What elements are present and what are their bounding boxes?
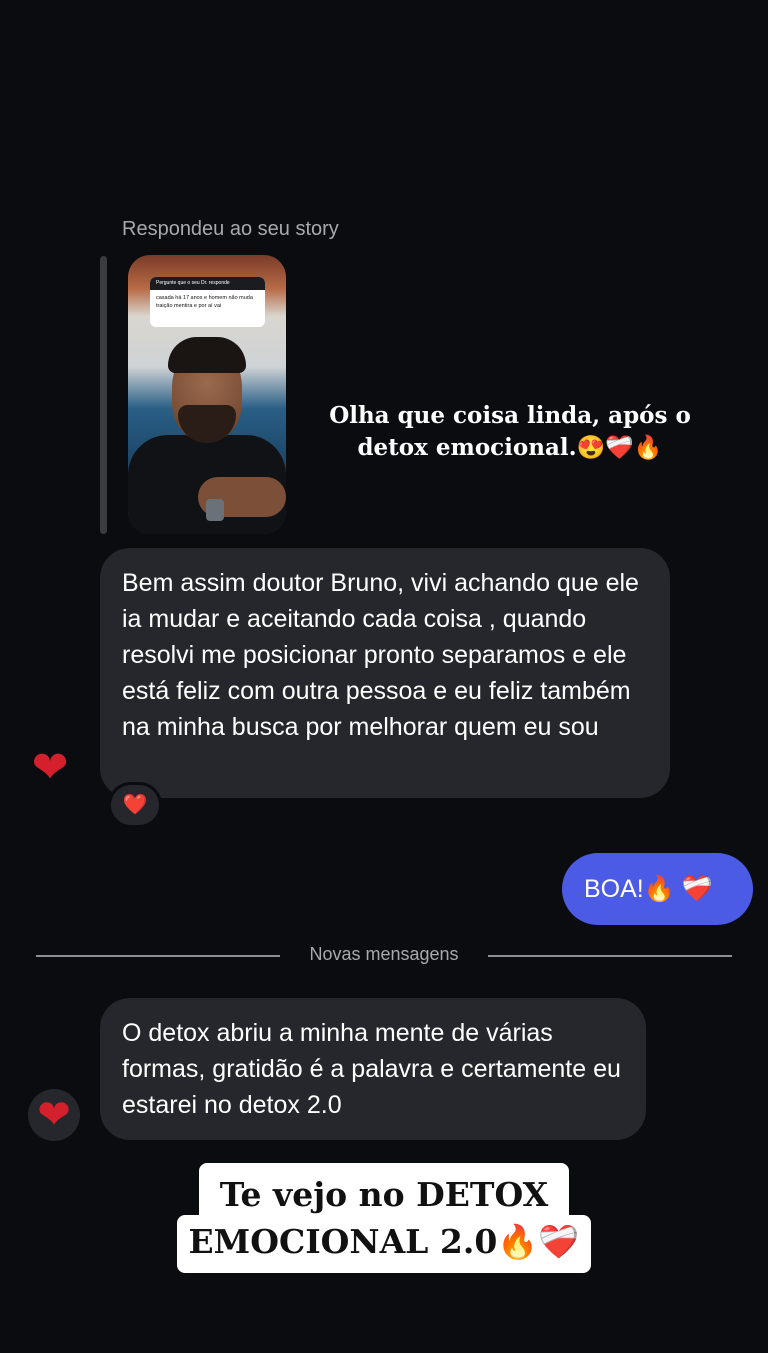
caption-line2: EMOCIONAL 2.0🔥❤️‍🩹: [188, 1222, 580, 1261]
thumbnail-question-box: Pergunte que o seu Dr. responde casada h…: [150, 277, 265, 327]
incoming-message-bubble[interactable]: O detox abriu a minha mente de várias fo…: [100, 998, 646, 1140]
divider-line-left: [36, 955, 280, 957]
caption-text: Te vejo no DETOX EMOCIONAL 2.0🔥❤️‍🩹: [177, 1171, 591, 1265]
story-thumbnail[interactable]: Pergunte que o seu Dr. responde casada h…: [128, 255, 286, 534]
divider-line-right: [488, 955, 732, 957]
story-reply-label: Respondeu ao seu story: [122, 218, 339, 240]
new-messages-divider: Novas mensagens: [309, 944, 459, 964]
thumbnail-question-header: Pergunte que o seu Dr. responde: [150, 277, 265, 290]
thumbnail-watch: [206, 499, 224, 521]
mending-heart-avatar-icon[interactable]: ❤: [28, 1089, 80, 1141]
heart-reaction-icon[interactable]: ❤️: [108, 782, 162, 828]
outgoing-message-bubble[interactable]: BOA!🔥 ❤️‍🩹: [562, 853, 753, 925]
thumbnail-hair: [168, 337, 246, 373]
story-caption-overlay: Olha que coisa linda, após o detox emoci…: [329, 402, 691, 461]
bottom-caption-overlay: Te vejo no DETOX EMOCIONAL 2.0🔥❤️‍🩹: [177, 1163, 591, 1273]
caption-line1: Te vejo no DETOX: [219, 1175, 549, 1214]
incoming-message-bubble[interactable]: Bem assim doutor Bruno, vivi achando que…: [100, 548, 670, 798]
story-reply-bar: [100, 256, 107, 534]
mending-heart-avatar-icon[interactable]: ❤: [22, 740, 78, 796]
thumbnail-question-text: casada há 17 anos e homem não muda traiç…: [156, 295, 253, 309]
